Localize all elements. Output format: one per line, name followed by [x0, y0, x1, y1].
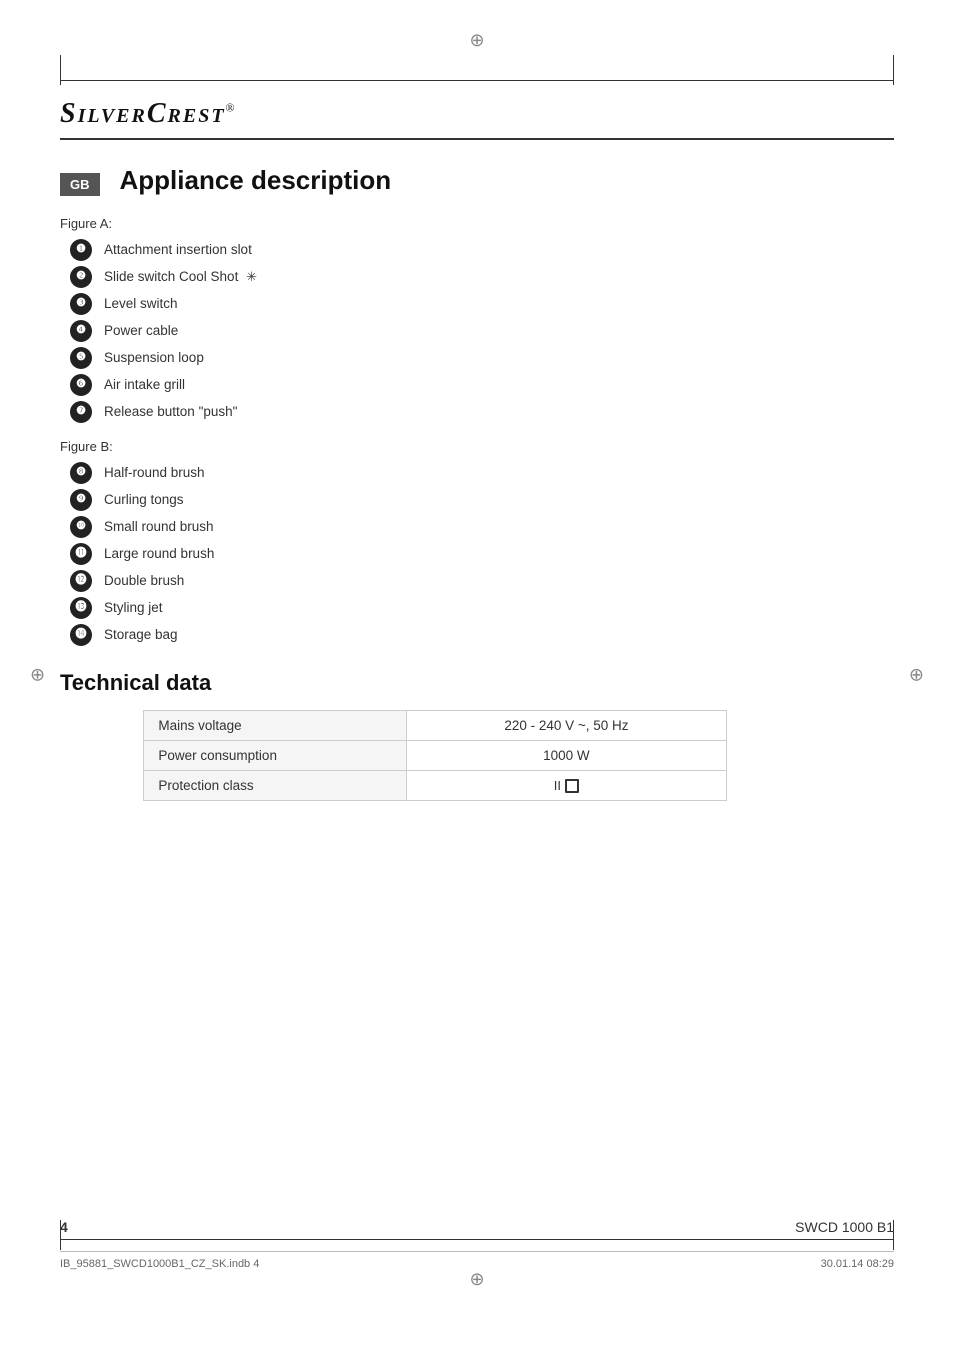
- list-item: ❶ Attachment insertion slot: [70, 239, 894, 261]
- item-text-12: Double brush: [104, 572, 184, 591]
- appliance-heading: Appliance description: [120, 165, 392, 196]
- item-number-12: ⓬: [70, 570, 92, 592]
- reg-mark-left: ⊕: [30, 665, 45, 686]
- reg-mark-top: ⊕: [469, 30, 484, 51]
- item-number-6: ❻: [70, 374, 92, 396]
- footer-area: 4 SWCD 1000 B1: [60, 1219, 894, 1235]
- bottom-footer: IB_95881_SWCD1000B1_CZ_SK.indb 4 30.01.1…: [60, 1251, 894, 1270]
- reg-mark-right: ⊕: [909, 665, 924, 686]
- table-row: Power consumption 1000 W: [144, 741, 727, 771]
- list-item: ❾ Curling tongs: [70, 489, 894, 511]
- list-item: ❽ Half-round brush: [70, 462, 894, 484]
- gb-badge: GB: [60, 173, 100, 196]
- list-item: ❸ Level switch: [70, 293, 894, 315]
- item-text-9: Curling tongs: [104, 491, 184, 510]
- list-item: ❼ Release button "push": [70, 401, 894, 423]
- page-wrapper: ⊕ ⊕ ⊕ ⊕ SilverCrest® GB Appliance descri…: [0, 0, 954, 1350]
- item-text-11: Large round brush: [104, 545, 214, 564]
- item-number-11: ⓫: [70, 543, 92, 565]
- list-item: ⓬ Double brush: [70, 570, 894, 592]
- reg-mark-bottom: ⊕: [469, 1269, 484, 1290]
- item-text-5: Suspension loop: [104, 349, 204, 368]
- list-item: ❻ Air intake grill: [70, 374, 894, 396]
- figure-b-list: ❽ Half-round brush ❾ Curling tongs ❿ Sma…: [60, 462, 894, 646]
- cool-shot-icon: ✳: [246, 268, 257, 286]
- table-cell-value-1: 220 - 240 V ~, 50 Hz: [406, 711, 727, 741]
- table-cell-label-1: Mains voltage: [144, 711, 406, 741]
- list-item: ❺ Suspension loop: [70, 347, 894, 369]
- item-text-7: Release button "push": [104, 403, 237, 422]
- item-number-3: ❸: [70, 293, 92, 315]
- technical-heading: Technical data: [60, 670, 894, 696]
- main-content: GB Appliance description Figure A: ❶ Att…: [60, 165, 894, 801]
- item-text-6: Air intake grill: [104, 376, 185, 395]
- file-info: IB_95881_SWCD1000B1_CZ_SK.indb 4: [60, 1258, 259, 1270]
- table-cell-value-2: 1000 W: [406, 741, 727, 771]
- item-number-4: ❹: [70, 320, 92, 342]
- table-cell-value-3: II: [406, 771, 727, 801]
- item-text-2: Slide switch Cool Shot ✳: [104, 268, 257, 287]
- brand-name-text: SilverCrest: [60, 98, 226, 129]
- heading-area: Appliance description: [120, 165, 895, 206]
- roman-two: II: [554, 778, 561, 793]
- table-row: Protection class II: [144, 771, 727, 801]
- top-rule: [60, 80, 894, 81]
- item-number-7: ❼: [70, 401, 92, 423]
- item-number-9: ❾: [70, 489, 92, 511]
- bottom-rule: [60, 1239, 894, 1240]
- list-item: ❿ Small round brush: [70, 516, 894, 538]
- list-item: ⓮ Storage bag: [70, 624, 894, 646]
- figure-b-label: Figure B:: [60, 439, 894, 454]
- brand-name: SilverCrest®: [60, 98, 237, 129]
- protection-symbol: II: [554, 778, 579, 793]
- item-number-10: ❿: [70, 516, 92, 538]
- list-item: ⓭ Styling jet: [70, 597, 894, 619]
- item-number-8: ❽: [70, 462, 92, 484]
- item-text-13: Styling jet: [104, 599, 163, 618]
- list-item: ❷ Slide switch Cool Shot ✳: [70, 266, 894, 288]
- brand-registered: ®: [226, 101, 237, 115]
- technical-table: Mains voltage 220 - 240 V ~, 50 Hz Power…: [143, 710, 727, 801]
- protection-square-icon: [565, 779, 579, 793]
- model-number: SWCD 1000 B1: [795, 1219, 894, 1235]
- item-number-13: ⓭: [70, 597, 92, 619]
- date-info: 30.01.14 08:29: [821, 1258, 894, 1270]
- page-number: 4: [60, 1219, 68, 1235]
- brand-header: SilverCrest®: [60, 90, 894, 140]
- item-text-3: Level switch: [104, 295, 178, 314]
- technical-section: Technical data Mains voltage 220 - 240 V…: [60, 670, 894, 801]
- table-cell-label-3: Protection class: [144, 771, 406, 801]
- item-number-1: ❶: [70, 239, 92, 261]
- list-item: ⓫ Large round brush: [70, 543, 894, 565]
- item-number-2: ❷: [70, 266, 92, 288]
- figure-a-label: Figure A:: [60, 216, 894, 231]
- item-text-4: Power cable: [104, 322, 178, 341]
- table-row: Mains voltage 220 - 240 V ~, 50 Hz: [144, 711, 727, 741]
- table-cell-label-2: Power consumption: [144, 741, 406, 771]
- header-row: GB Appliance description: [60, 165, 894, 206]
- item-text-10: Small round brush: [104, 518, 214, 537]
- item-number-5: ❺: [70, 347, 92, 369]
- list-item: ❹ Power cable: [70, 320, 894, 342]
- item-text-1: Attachment insertion slot: [104, 241, 252, 260]
- figure-a-list: ❶ Attachment insertion slot ❷ Slide swit…: [60, 239, 894, 423]
- item-text-14: Storage bag: [104, 626, 178, 645]
- item-text-8: Half-round brush: [104, 464, 205, 483]
- item-number-14: ⓮: [70, 624, 92, 646]
